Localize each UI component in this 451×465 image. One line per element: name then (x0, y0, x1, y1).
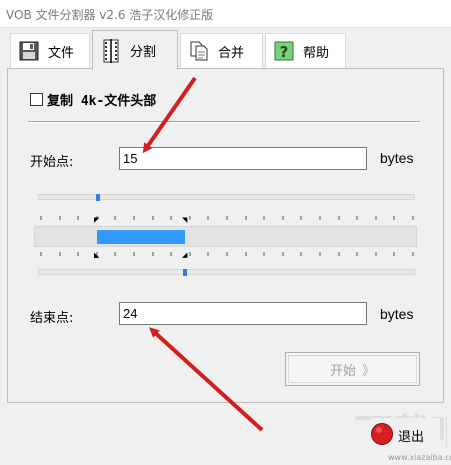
divider (28, 121, 420, 123)
title-bar: VOB 文件分割器 v2.6 浩子汉化修正版 (0, 0, 451, 28)
end-point-input[interactable] (119, 302, 367, 325)
split-range-bar (34, 226, 417, 247)
tab-file-label: 文件 (48, 45, 75, 61)
start-point-label: 开始点: (30, 155, 74, 170)
question-icon: ? (273, 40, 295, 62)
tab-split-label: 分割 (130, 45, 157, 60)
tab-help-label: 帮助 (303, 45, 330, 61)
tab-help[interactable]: ? 帮助 (265, 33, 346, 68)
tab-merge-label: 合并 (218, 45, 245, 61)
start-button[interactable]: 开始 》 (285, 352, 420, 386)
range-end-marker-bottom: ◢ (182, 251, 188, 259)
start-point-input[interactable] (119, 147, 367, 170)
tab-split[interactable]: 分割 (92, 30, 178, 70)
exit-button-label: 退出 (398, 429, 425, 445)
tab-merge[interactable]: 合并 (180, 33, 263, 68)
exit-button[interactable]: 退出 (370, 418, 440, 452)
start-slider-thumb[interactable] (96, 194, 101, 201)
start-button-focus-frame (288, 355, 417, 383)
start-point-unit: bytes (380, 150, 414, 166)
tab-file[interactable]: 文件 (10, 33, 90, 68)
end-slider-thumb[interactable] (183, 269, 188, 276)
copy-header-checkbox[interactable] (30, 93, 43, 106)
film-split-icon (100, 38, 122, 63)
documents-icon (188, 40, 210, 62)
copy-header-option[interactable]: 复制 4k-文件头部 (30, 90, 156, 109)
window-title: VOB 文件分割器 v2.6 浩子汉化修正版 (6, 8, 214, 22)
end-slider-track[interactable] (38, 269, 415, 275)
svg-text:?: ? (280, 43, 289, 61)
watermark-url: www.xiazaiba.com (388, 453, 451, 462)
range-start-marker-bottom: ◣ (94, 251, 100, 259)
selected-range (97, 230, 185, 244)
floppy-disk-icon (18, 40, 40, 62)
start-slider-track[interactable] (38, 194, 415, 200)
end-point-label: 结束点: (30, 311, 74, 326)
end-point-unit: bytes (380, 306, 414, 322)
stop-icon (370, 422, 394, 449)
copy-header-label: 复制 4k-文件头部 (47, 94, 157, 109)
range-start-marker: ◤ (94, 216, 100, 224)
range-end-marker: ◥ (182, 216, 188, 224)
